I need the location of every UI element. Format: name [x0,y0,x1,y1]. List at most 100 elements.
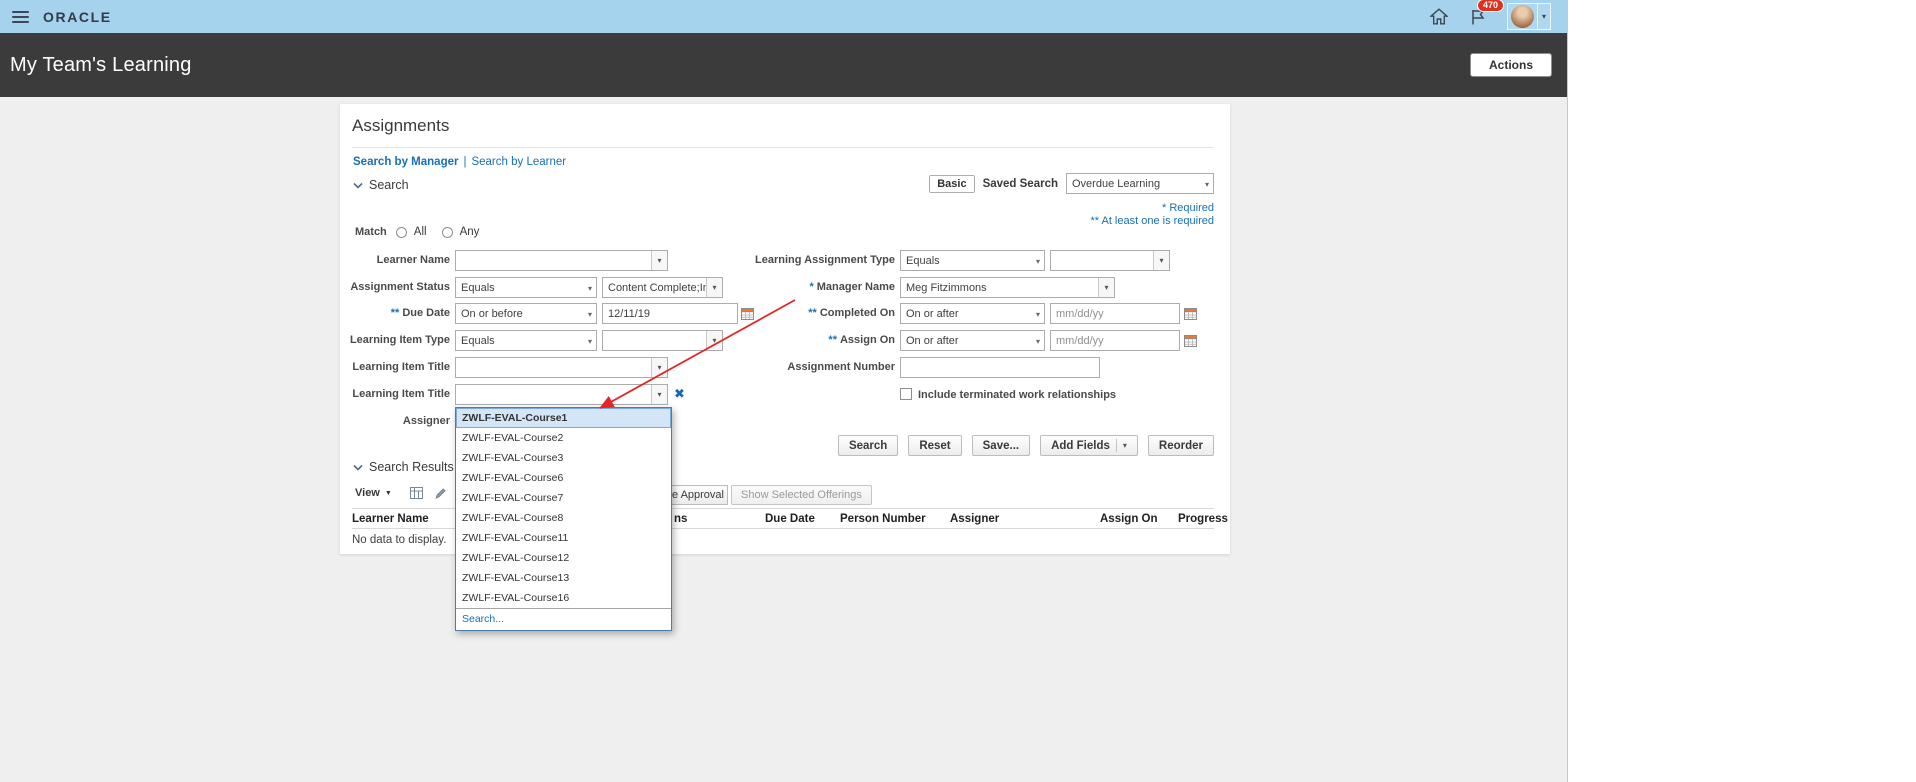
chevron-down-icon[interactable]: ▾ [1537,4,1550,29]
menu-icon[interactable] [12,10,29,23]
calendar-icon[interactable] [1184,334,1197,347]
user-menu[interactable]: ▾ [1507,3,1551,30]
dropdown-arrow-icon[interactable]: ▾ [651,385,667,404]
panel-title: Assignments [352,116,450,135]
dropdown-item[interactable]: ZWLF-EVAL-Course8 [456,508,671,528]
notifications-icon[interactable]: 470 [1470,0,1505,25]
search-section-header[interactable]: Search [353,178,409,192]
learner-name-combobox[interactable]: ▾ [455,250,668,271]
field-label: Learning Assignment Type [755,254,895,266]
basic-button[interactable]: Basic [929,174,975,193]
actions-button[interactable]: Actions [1469,53,1552,77]
clear-filter-icon[interactable]: ✖ [674,386,685,402]
due-date-operator-select[interactable]: On or before ▾ [455,303,597,324]
dropdown-item[interactable]: ZWLF-EVAL-Course12 [456,548,671,568]
home-icon[interactable] [1430,8,1448,25]
add-fields-button[interactable]: Add Fields ▾ [1040,435,1138,456]
learning-item-type-combobox[interactable]: ▾ [602,330,723,351]
table-icon[interactable] [410,487,423,499]
chevron-down-icon: ▾ [1122,441,1127,450]
reset-button[interactable]: Reset [908,435,962,456]
column-header-person-number[interactable]: Person Number [840,513,926,525]
field-row: ** Due Date On or before ▾ 12/11/19 ** Com… [340,303,1230,325]
avatar[interactable] [1511,5,1534,28]
chevron-down-icon: ▾ [1035,257,1040,266]
results-section-title: Search Results [369,460,454,474]
column-header-learner-name[interactable]: Learner Name [352,513,429,525]
learning-item-title-combobox-1[interactable]: ▾ [455,357,668,378]
dropdown-item[interactable]: ZWLF-EVAL-Course13 [456,568,671,588]
dropdown-item[interactable]: ZWLF-EVAL-Course11 [456,528,671,548]
field-label: ** Completed On [808,307,895,319]
dropdown-item[interactable]: ZWLF-EVAL-Course7 [456,488,671,508]
match-all-radio[interactable] [395,226,407,238]
field-label: ** Assign On [828,334,895,346]
pencil-icon[interactable] [434,487,447,500]
approval-button-partial[interactable]: e Approval [672,485,728,505]
content-area: Assignments Search by Manager | Search by … [0,97,1567,782]
oracle-logo: ORACLE [43,8,112,25]
due-date-input[interactable]: 12/11/19 [602,303,738,324]
show-selected-offerings-button[interactable]: Show Selected Offerings [731,485,872,505]
lov-search-link[interactable]: Search... [456,608,671,630]
calendar-icon[interactable] [1184,307,1197,320]
saved-search-select[interactable]: Overdue Learning ▾ [1066,173,1214,194]
dropdown-item[interactable]: ZWLF-EVAL-Course6 [456,468,671,488]
field-row: Learning Item Title ▾ ✖ Include terminat… [340,384,1230,406]
field-label: Assigner [402,415,450,427]
match-any-radio[interactable] [441,226,453,238]
view-menu[interactable]: View ▼ [355,487,392,499]
column-header-partial[interactable]: ns [674,513,687,525]
completed-on-operator-select[interactable]: On or after ▾ [900,303,1045,324]
global-header: ORACLE 470 ▾ [0,0,1567,33]
required-notes: * Required ** At least one is required [1090,202,1214,228]
learning-assignment-type-combobox[interactable]: ▾ [1050,250,1170,271]
assign-on-input[interactable]: mm/dd/yy [1050,330,1180,351]
chevron-down-icon: ▾ [1035,310,1040,319]
dropdown-arrow-icon[interactable]: ▾ [1153,251,1169,270]
dropdown-item[interactable]: ZWLF-EVAL-Course1 [456,408,671,428]
search-mode-links: Search by Manager | Search by Learner [353,156,566,168]
manager-name-combobox[interactable]: Meg Fitzimmons ▾ [900,277,1115,298]
assign-on-operator-select[interactable]: On or after ▾ [900,330,1045,351]
dropdown-item[interactable]: ZWLF-EVAL-Course2 [456,428,671,448]
required-note: * Required [1162,202,1214,214]
column-header-assigner[interactable]: Assigner [950,513,999,525]
collapse-chevron-icon[interactable] [353,178,363,192]
chevron-down-icon: ▾ [1035,337,1040,346]
match-any-label: Any [459,226,480,238]
column-header-assign-on[interactable]: Assign On [1100,513,1158,525]
dropdown-item[interactable]: ZWLF-EVAL-Course16 [456,588,671,608]
save-button[interactable]: Save... [971,435,1031,456]
include-terminated-checkbox[interactable] [900,388,912,400]
dropdown-arrow-icon[interactable]: ▾ [651,251,667,270]
lov-dropdown-list: ZWLF-EVAL-Course1 ZWLF-EVAL-Course2 ZWLF-E… [456,408,671,608]
learning-assignment-type-operator-select[interactable]: Equals ▾ [900,250,1045,271]
field-label: Learning Item Title [352,388,450,400]
global-header-actions: 470 ▾ [1430,0,1551,30]
search-by-manager-link[interactable]: Search by Manager [353,156,458,168]
chevron-down-icon: ▾ [1204,180,1209,189]
learning-item-title-combobox-2[interactable]: ▾ [455,384,668,405]
dropdown-arrow-icon[interactable]: ▾ [1098,278,1114,297]
field-row: Learning Item Type Equals ▾ ▾ ** Assign O… [340,330,1230,352]
column-header-due-date[interactable]: Due Date [765,513,815,525]
results-section-header[interactable]: Search Results [353,460,454,474]
assignment-number-input[interactable] [900,357,1100,378]
completed-on-input[interactable]: mm/dd/yy [1050,303,1180,324]
dropdown-item[interactable]: ZWLF-EVAL-Course3 [456,448,671,468]
reorder-button[interactable]: Reorder [1147,435,1214,456]
search-button[interactable]: Search [837,435,899,456]
learning-item-type-operator-select[interactable]: Equals ▾ [455,330,597,351]
empty-table-message: No data to display. [352,534,447,546]
column-header-progress[interactable]: Progress [1178,513,1228,525]
dropdown-arrow-icon[interactable]: ▾ [651,358,667,377]
page-title: My Team's Learning [10,53,192,76]
chevron-down-icon: ▾ [587,310,592,319]
assignment-status-operator-select[interactable]: Equals ▾ [455,277,597,298]
saved-search-label: Saved Search [982,177,1058,190]
field-label: Assignment Number [787,361,895,373]
assignment-status-combobox[interactable]: Content Complete;In ▾ [602,277,723,298]
search-by-learner-link[interactable]: Search by Learner [471,156,566,168]
collapse-chevron-icon[interactable] [353,460,363,474]
